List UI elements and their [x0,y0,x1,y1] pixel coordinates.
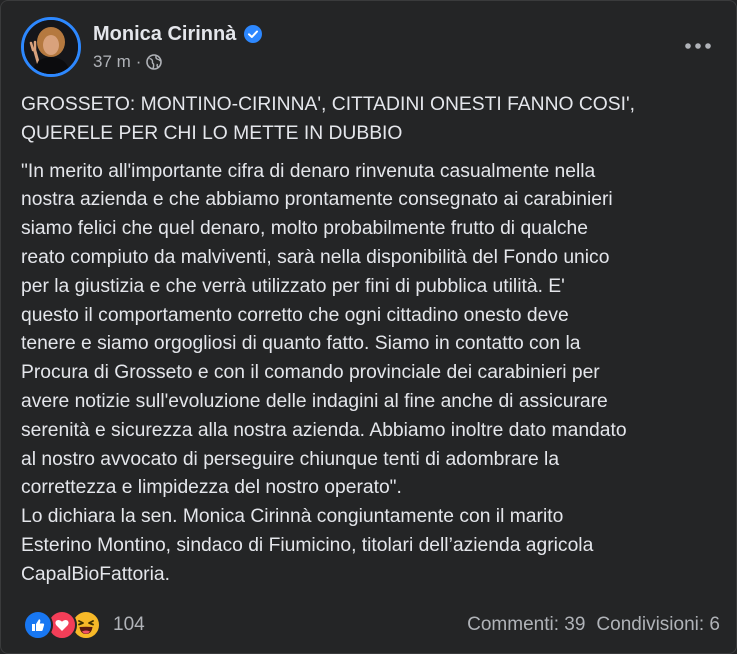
engagement-stats: Commenti: 39 Condivisioni: 6 [467,614,720,636]
globe-icon[interactable] [146,54,163,70]
body-line: Esterino Montino, sindaco di Fiumicino, … [21,534,594,556]
avatar[interactable] [21,17,81,77]
body-line: reato compiuto da malviventi, sarà nella… [21,246,610,268]
post-footer: 104 Commenti: 39 Condivisioni: 6 [23,606,720,644]
body-line: Procura di Grosseto e con il comando pro… [21,362,600,384]
avatar-image [24,20,78,74]
author-name[interactable]: Monica Cirinnà [93,23,236,46]
meta-separator: · [135,52,142,71]
like-icon [23,610,53,640]
body-line: "In merito all'importante cifra di denar… [21,160,596,182]
comments-count-link[interactable]: Commenti: 39 [467,614,585,636]
body-line: Lo dichiara la sen. Monica Cirinnà congi… [21,506,564,528]
body-line: siamo felici che quel denaro, molto prob… [21,218,588,240]
post-body: GROSSETO: MONTINO-CIRINNA', CITTADINI ON… [21,91,721,590]
body-line: al nostro avvocato di perseguire chiunqu… [21,448,560,470]
body-line: avere notizie sull'evoluzione delle inda… [21,390,608,412]
more-horizontal-icon [685,43,711,49]
headline-line: GROSSETO: MONTINO-CIRINNA', CITTADINI ON… [21,94,636,115]
reaction-count: 104 [113,614,145,635]
post-header: Monica Cirinnà 37 m · [21,17,718,77]
body-line: serenità e sicurezza alla nostra azienda… [21,419,627,441]
author-line: Monica Cirinnà [93,21,263,47]
more-options-button[interactable] [678,31,718,61]
shares-count-link[interactable]: Condivisioni: 6 [596,614,720,636]
body-line: nostra azienda e che abbiamo prontamente… [21,189,613,211]
body-line: questo il comportamento corretto che ogn… [21,304,569,326]
reactions-summary[interactable]: 104 [23,610,145,640]
post-timestamp[interactable]: 37 m [93,52,131,72]
body-line: per la giustizia e che verrà utilizzato … [21,275,565,297]
body-line: correttezza e limpidezza del nostro oper… [21,477,402,499]
facebook-post: Monica Cirinnà 37 m · GROSSETO: MONTINO-… [0,0,737,654]
post-meta: 37 m · [93,52,163,72]
body-line: tenere e siamo orgogliosi di quanto fatt… [21,333,581,355]
verified-badge-icon [244,25,263,43]
headline-line: QUERELE PER CHI LO METTE IN DUBBIO [21,122,403,144]
body-line: CapalBioFattoria. [21,563,170,585]
